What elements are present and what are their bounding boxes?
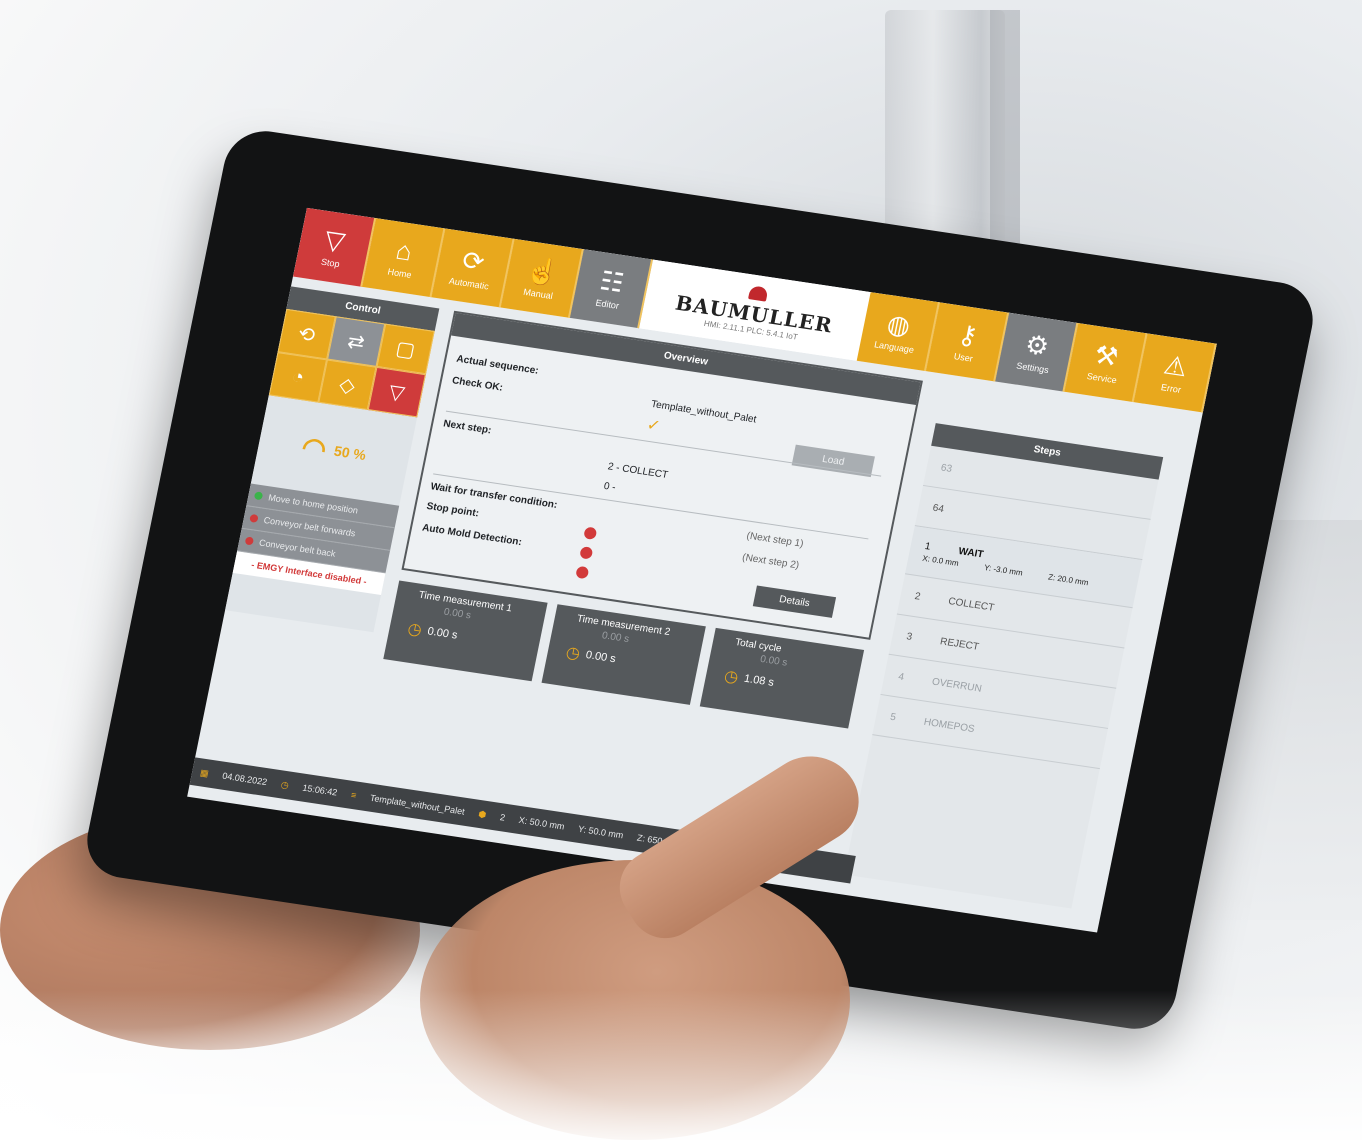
control-panel: Control ⟲ ⇄ ▢ ◔ ◇ ▽ ◠ 50 % Move to home … [225,286,440,633]
stop-point-value: (Next step 2) [741,552,801,572]
loop-button[interactable]: ▢ [376,323,435,375]
check-icon: ✓ [645,416,662,436]
total-cycle: Total cycle 0.00 s ◷ 1.08 s [699,627,865,729]
bottom-fade [0,990,1362,1140]
clock-icon: ◷ [722,667,740,687]
divider [445,410,882,477]
background-scene: ▽ Stop ⌂ Home ⟳ Automatic ☝ Manual ☷ Edi… [0,0,1362,1140]
control-stop-button[interactable]: ▽ [367,366,426,418]
time-measurement-1: Time measurement 1 0.00 s ◷ 0.00 s [383,580,548,682]
robot-arm-cable [990,10,1020,270]
ok-indicator-icon [253,491,264,501]
program-icon: ≡ [350,789,358,801]
clock-icon: ◷ [406,620,424,640]
warning-icon: ⚠ [1161,349,1191,383]
clock-icon: ◷ [280,778,290,790]
editor-icon: ☷ [597,265,627,299]
loop-icon: ▢ [393,337,418,362]
stop-icon: ▽ [386,380,407,405]
check-ok-label: Check OK: [451,375,504,394]
count-icon: ⬢ [477,808,488,820]
stop-point-indicator-icon [583,526,598,541]
step-button[interactable]: ⇄ [327,316,386,367]
cycle-button[interactable]: ⟲ [277,308,336,360]
globe-icon: ◍ [884,308,913,341]
calendar-icon: ▦ [199,766,210,778]
indicator-icon [579,546,594,560]
actual-sequence-label: Actual sequence: [455,353,540,377]
gears-icon: ⚙ [1022,328,1052,362]
speed-down-icon: ◔ [289,365,307,389]
divider [433,473,869,540]
next-step-label: Next step: [442,418,493,437]
error-button[interactable]: ⚠ Error [1133,333,1217,413]
auto-mold-indicator-icon [575,565,590,580]
auto-mold-label: Auto Mold Detection: [421,522,523,549]
actual-sequence-value: Template_without_Palet [650,398,758,426]
stop-icon: ▽ [322,224,348,257]
key-icon: ⚷ [955,318,981,352]
time-measurement-2: Time measurement 2 0.00 s ◷ 0.00 s [541,604,706,705]
overview-panel: Overview Actual sequence: Template_witho… [401,310,923,640]
error-indicator-icon [249,513,259,523]
start-button[interactable]: ◇ [318,359,377,411]
clock-icon: ◷ [564,644,582,663]
hand-icon: ☝ [523,254,562,289]
error-indicator-icon [244,536,255,546]
automatic-icon: ⟳ [459,244,488,278]
details-button[interactable]: Details [752,585,837,618]
speed-down-button[interactable]: ◔ [268,352,328,403]
step-icon: ⇄ [345,330,367,355]
logo-mark-icon [748,284,769,302]
stop-point-label: Stop point: [425,500,480,520]
cycle-icon: ⟲ [296,322,318,347]
diamond-icon: ◇ [337,373,358,398]
home-icon: ⌂ [393,234,415,267]
next-step-value: 2 - COLLECT [606,461,669,481]
wait-value: (Next step 1) [745,530,805,550]
gauge-icon: ◠ [299,430,330,465]
next-step-sub: 0 - [602,480,617,494]
tools-icon: ⚒ [1091,339,1121,373]
